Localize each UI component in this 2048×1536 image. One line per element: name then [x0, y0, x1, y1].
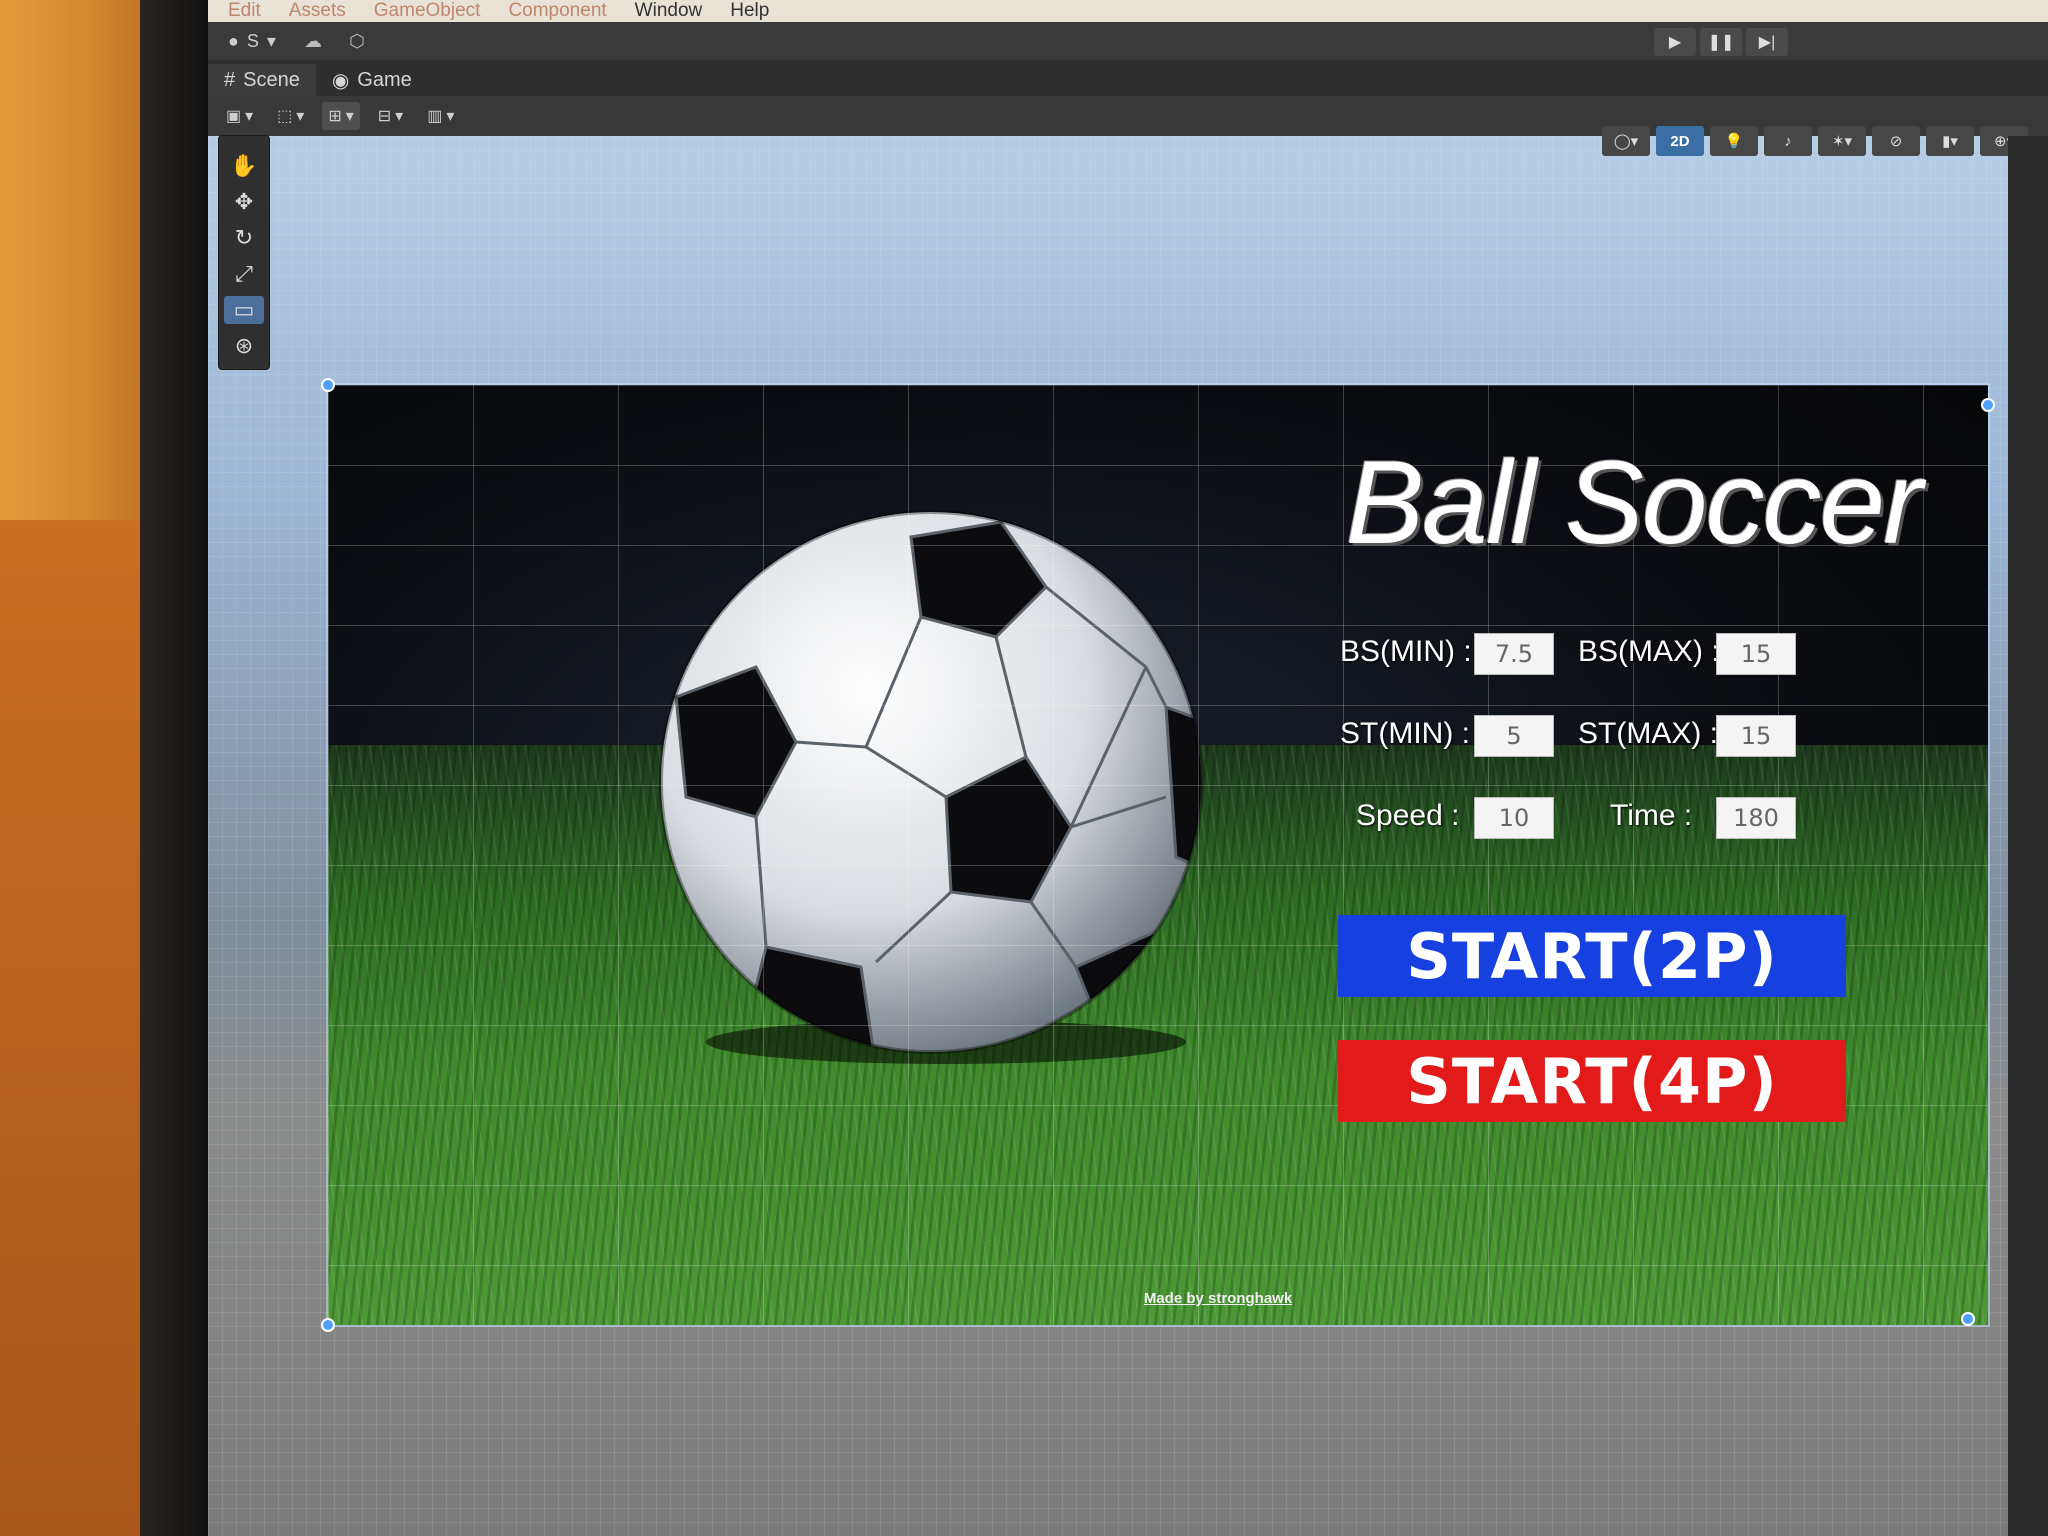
- canvas-handle-top-right[interactable]: [1981, 398, 1995, 412]
- move-icon: ✥: [234, 189, 254, 214]
- view-tabs: # Scene ◉ Game: [208, 60, 2048, 96]
- speed-label: Speed :: [1356, 799, 1460, 832]
- canvas-handle-top-left[interactable]: [321, 378, 335, 392]
- hand-tool[interactable]: ✋: [224, 152, 264, 180]
- right-panel-edge: [2008, 136, 2048, 1536]
- gamepad-icon: ◉: [331, 69, 350, 92]
- visibility-toggle[interactable]: ⊘: [1872, 126, 1920, 156]
- move-tool[interactable]: ✥: [224, 188, 264, 216]
- camera-dropdown[interactable]: ▮▾: [1926, 126, 1974, 156]
- canvas-handle-bottom-left[interactable]: [321, 1318, 335, 1332]
- play-button[interactable]: ▶: [1654, 28, 1696, 56]
- menu-edit[interactable]: Edit: [228, 0, 261, 22]
- bs-max-label: BS(MAX) :: [1578, 635, 1720, 668]
- shading-mode-button[interactable]: ◯▾: [1602, 126, 1650, 156]
- unity-editor-screen: Edit Assets GameObject Component Window …: [208, 0, 2048, 1536]
- pause-button[interactable]: ❚❚: [1700, 28, 1742, 56]
- speed-field[interactable]: 10: [1474, 797, 1554, 839]
- rotate-icon: ↻: [234, 225, 254, 250]
- grid-snap-dropdown[interactable]: ⊞ ▾: [322, 102, 360, 130]
- chevron-down-icon: ▾: [245, 108, 254, 125]
- st-max-field[interactable]: 15: [1716, 715, 1796, 757]
- step-icon: ▶|: [1758, 34, 1776, 51]
- menu-help[interactable]: Help: [730, 0, 769, 22]
- menu-bar: Edit Assets GameObject Component Window …: [208, 0, 2048, 22]
- audio-toggle[interactable]: ♪: [1764, 126, 1812, 156]
- increment-icon: ⊟: [377, 108, 392, 125]
- menu-component[interactable]: Component: [508, 0, 606, 22]
- start-2p-button[interactable]: START(2P): [1338, 915, 1846, 997]
- object-dropdown[interactable]: ⬚ ▾: [271, 102, 310, 130]
- bs-max-field[interactable]: 15: [1716, 633, 1796, 675]
- speaker-icon: ♪: [1784, 132, 1792, 150]
- step-button[interactable]: ▶|: [1746, 28, 1788, 56]
- collab-icon[interactable]: ⬡: [344, 30, 370, 52]
- start-4p-button[interactable]: START(4P): [1338, 1040, 1846, 1122]
- camera-icon: ▮▾: [1942, 133, 1958, 150]
- main-toolbar: ● S ▾ ☁ ⬡ ▶ ❚❚ ▶|: [208, 22, 2048, 60]
- lightbulb-icon: 💡: [1724, 133, 1744, 150]
- rect-tool[interactable]: ▭: [224, 296, 264, 324]
- game-canvas: Ball Soccer BS(MIN) : 7.5 BS(MAX) : 15 S…: [326, 383, 1990, 1327]
- grid-icon: #: [224, 68, 236, 91]
- st-min-field[interactable]: 5: [1474, 715, 1554, 757]
- account-label: S: [246, 30, 259, 51]
- effects-icon: ✶▾: [1831, 133, 1853, 150]
- chevron-down-icon: ▾: [395, 108, 404, 125]
- canvas-handle-bottom-right[interactable]: [1961, 1312, 1975, 1326]
- pause-icon: ❚❚: [1707, 34, 1735, 51]
- background-shelf: [0, 520, 140, 1536]
- sphere-icon: ◯▾: [1613, 133, 1639, 150]
- rect-icon: ▭: [233, 297, 255, 322]
- chevron-down-icon: ▾: [296, 108, 305, 125]
- tool-palette: ✋ ✥ ↻ ⤢ ▭ ⊛: [218, 135, 270, 370]
- monitor-bezel: [140, 0, 210, 1536]
- play-controls: ▶ ❚❚ ▶|: [1654, 28, 1788, 56]
- time-field[interactable]: 180: [1716, 797, 1796, 839]
- tab-scene[interactable]: # Scene: [208, 64, 316, 96]
- menu-assets[interactable]: Assets: [289, 0, 346, 22]
- hand-icon: ✋: [230, 153, 258, 178]
- snap-icon: ⊞: [328, 108, 342, 125]
- account-dropdown[interactable]: ● S ▾: [228, 31, 276, 52]
- cloud-icon[interactable]: ☁: [300, 30, 326, 52]
- tab-game[interactable]: ◉ Game: [316, 64, 428, 96]
- ruler-icon: ▥: [427, 108, 443, 125]
- lighting-toggle[interactable]: 💡: [1710, 126, 1758, 156]
- st-min-label: ST(MIN) :: [1340, 717, 1470, 750]
- st-max-label: ST(MAX) :: [1578, 717, 1718, 750]
- game-title: Ball Soccer: [1345, 437, 1923, 569]
- chevron-down-icon: ▾: [446, 108, 455, 125]
- account-icon: ●: [228, 30, 239, 51]
- transform-icon: ⊛: [234, 333, 254, 358]
- menu-window[interactable]: Window: [635, 0, 703, 22]
- time-label: Time :: [1610, 799, 1693, 832]
- play-icon: ▶: [1668, 34, 1682, 51]
- transform-tool[interactable]: ⊛: [224, 332, 264, 360]
- increment-snap-dropdown[interactable]: ⊟ ▾: [372, 102, 409, 130]
- scale-icon: ⤢: [235, 261, 253, 286]
- scene-view-options: ◯▾ 2D 💡 ♪ ✶▾ ⊘ ▮▾ ⊕▾: [1602, 126, 2028, 156]
- eye-slash-icon: ⊘: [1889, 133, 1903, 150]
- shading-icon: ▣: [226, 108, 242, 125]
- bs-min-label: BS(MIN) :: [1340, 635, 1472, 668]
- ruler-dropdown[interactable]: ▥ ▾: [421, 102, 460, 130]
- bs-min-field[interactable]: 7.5: [1474, 633, 1554, 675]
- chevron-down-icon: ▾: [266, 30, 276, 51]
- chevron-down-icon: ▾: [345, 108, 354, 125]
- credit-link[interactable]: Made by stronghawk: [1068, 1290, 1368, 1307]
- tab-scene-label: Scene: [243, 68, 300, 91]
- menu-gameobject[interactable]: GameObject: [374, 0, 481, 22]
- effects-dropdown[interactable]: ✶▾: [1818, 126, 1866, 156]
- mode-2d-toggle[interactable]: 2D: [1656, 126, 1704, 156]
- tab-game-label: Game: [357, 68, 412, 91]
- cube-icon: ⬚: [277, 108, 293, 125]
- rotate-tool[interactable]: ↻: [224, 224, 264, 252]
- scale-tool[interactable]: ⤢: [224, 260, 264, 288]
- draw-mode-dropdown[interactable]: ▣ ▾: [220, 102, 259, 130]
